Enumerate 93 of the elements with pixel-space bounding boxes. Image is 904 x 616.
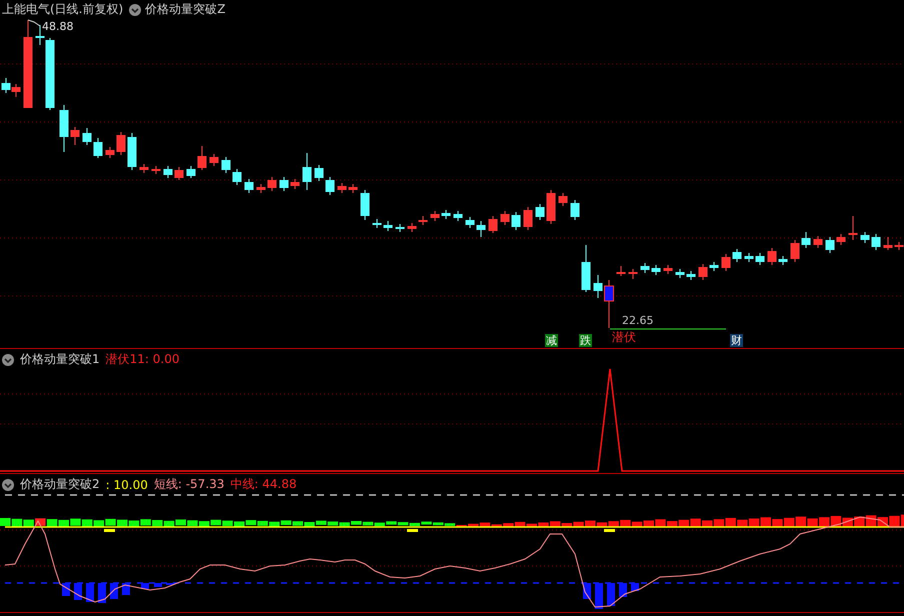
candle: [664, 264, 672, 274]
indicator-name: 价格动量突破2: [20, 476, 100, 493]
candle: [476, 220, 486, 238]
candle: [604, 280, 614, 328]
candle: [454, 210, 462, 222]
candle: [116, 132, 126, 156]
candle: [570, 200, 580, 220]
candle: [628, 268, 638, 280]
candle: [268, 176, 276, 192]
candle: [790, 240, 800, 262]
candle: [82, 128, 92, 146]
candle: [488, 216, 498, 234]
candle: [360, 190, 370, 220]
candle: [558, 192, 568, 206]
dropdown-icon[interactable]: [129, 4, 142, 16]
candle: [814, 236, 822, 248]
high-price-label: 48.88: [42, 21, 74, 33]
candle: [652, 264, 660, 276]
event-badge[interactable]: 财: [730, 334, 743, 347]
candle: [174, 166, 184, 180]
candle: [418, 216, 428, 226]
candle: [722, 254, 730, 272]
candle: [280, 176, 288, 192]
candle: [222, 156, 230, 174]
candle: [348, 184, 358, 194]
candle: [290, 178, 300, 190]
candle: [408, 222, 416, 232]
candle: [70, 126, 80, 146]
candle: [686, 270, 696, 280]
candle: [338, 182, 346, 194]
candle: [186, 166, 196, 178]
candle: [314, 164, 324, 182]
event-badge[interactable]: 跌: [579, 334, 592, 347]
candle: [164, 166, 172, 178]
candle: [676, 268, 684, 278]
candle: [512, 212, 520, 230]
candle: [2, 78, 10, 94]
candle: [594, 274, 602, 298]
candle: [302, 152, 312, 190]
indicator-name: 价格动量突破Z: [145, 1, 226, 18]
candle: [396, 224, 404, 232]
stock-title: 上能电气(日线.前复权): [2, 1, 124, 18]
candle: [210, 154, 218, 166]
candle: [732, 248, 742, 262]
candle: [536, 204, 544, 220]
candle: [616, 266, 626, 276]
candle: [372, 218, 382, 228]
candle: [500, 210, 510, 226]
candle: [768, 248, 776, 266]
candle: [198, 146, 206, 170]
candle: [60, 104, 68, 152]
candle: [128, 132, 136, 170]
indicator-reading: 中线: 44.88: [230, 476, 297, 493]
leader-line: [28, 20, 40, 26]
candle: [106, 146, 114, 158]
candle: [430, 210, 440, 222]
candle: [384, 220, 392, 232]
candle: [884, 236, 892, 250]
signal-label: 潜伏: [612, 331, 636, 343]
candle: [698, 264, 708, 280]
candle: [546, 190, 556, 224]
candle: [756, 252, 764, 266]
candle: [872, 234, 880, 250]
candle: [826, 236, 834, 254]
candle: [466, 216, 474, 228]
candle: [524, 206, 532, 230]
candle: [12, 84, 20, 98]
candle: [94, 138, 102, 158]
candle: [442, 210, 450, 220]
candle: [152, 166, 160, 174]
candle: [778, 256, 788, 266]
candle: [744, 252, 754, 262]
indicator-reading: 短线: -57.33: [154, 476, 224, 493]
candle: [860, 232, 870, 244]
indicator-reading: : 10.00: [106, 478, 148, 492]
candle: [244, 178, 254, 194]
candle: [256, 184, 266, 194]
candle: [326, 176, 334, 196]
low-price-label: 22.65: [622, 315, 654, 327]
dropdown-icon[interactable]: [2, 478, 14, 490]
candle: [640, 262, 650, 274]
candle: [582, 244, 590, 292]
candle: [894, 242, 904, 250]
candle: [836, 234, 846, 246]
candle: [710, 262, 718, 272]
candle: [802, 232, 810, 248]
candle: [140, 164, 148, 174]
candle: [848, 216, 858, 240]
indicator-reading: 潜伏11: 0.00: [106, 351, 180, 368]
indicator-name: 价格动量突破1: [20, 351, 100, 368]
candle: [232, 168, 242, 186]
event-badge[interactable]: 减: [545, 334, 558, 347]
dropdown-icon[interactable]: [2, 354, 14, 366]
